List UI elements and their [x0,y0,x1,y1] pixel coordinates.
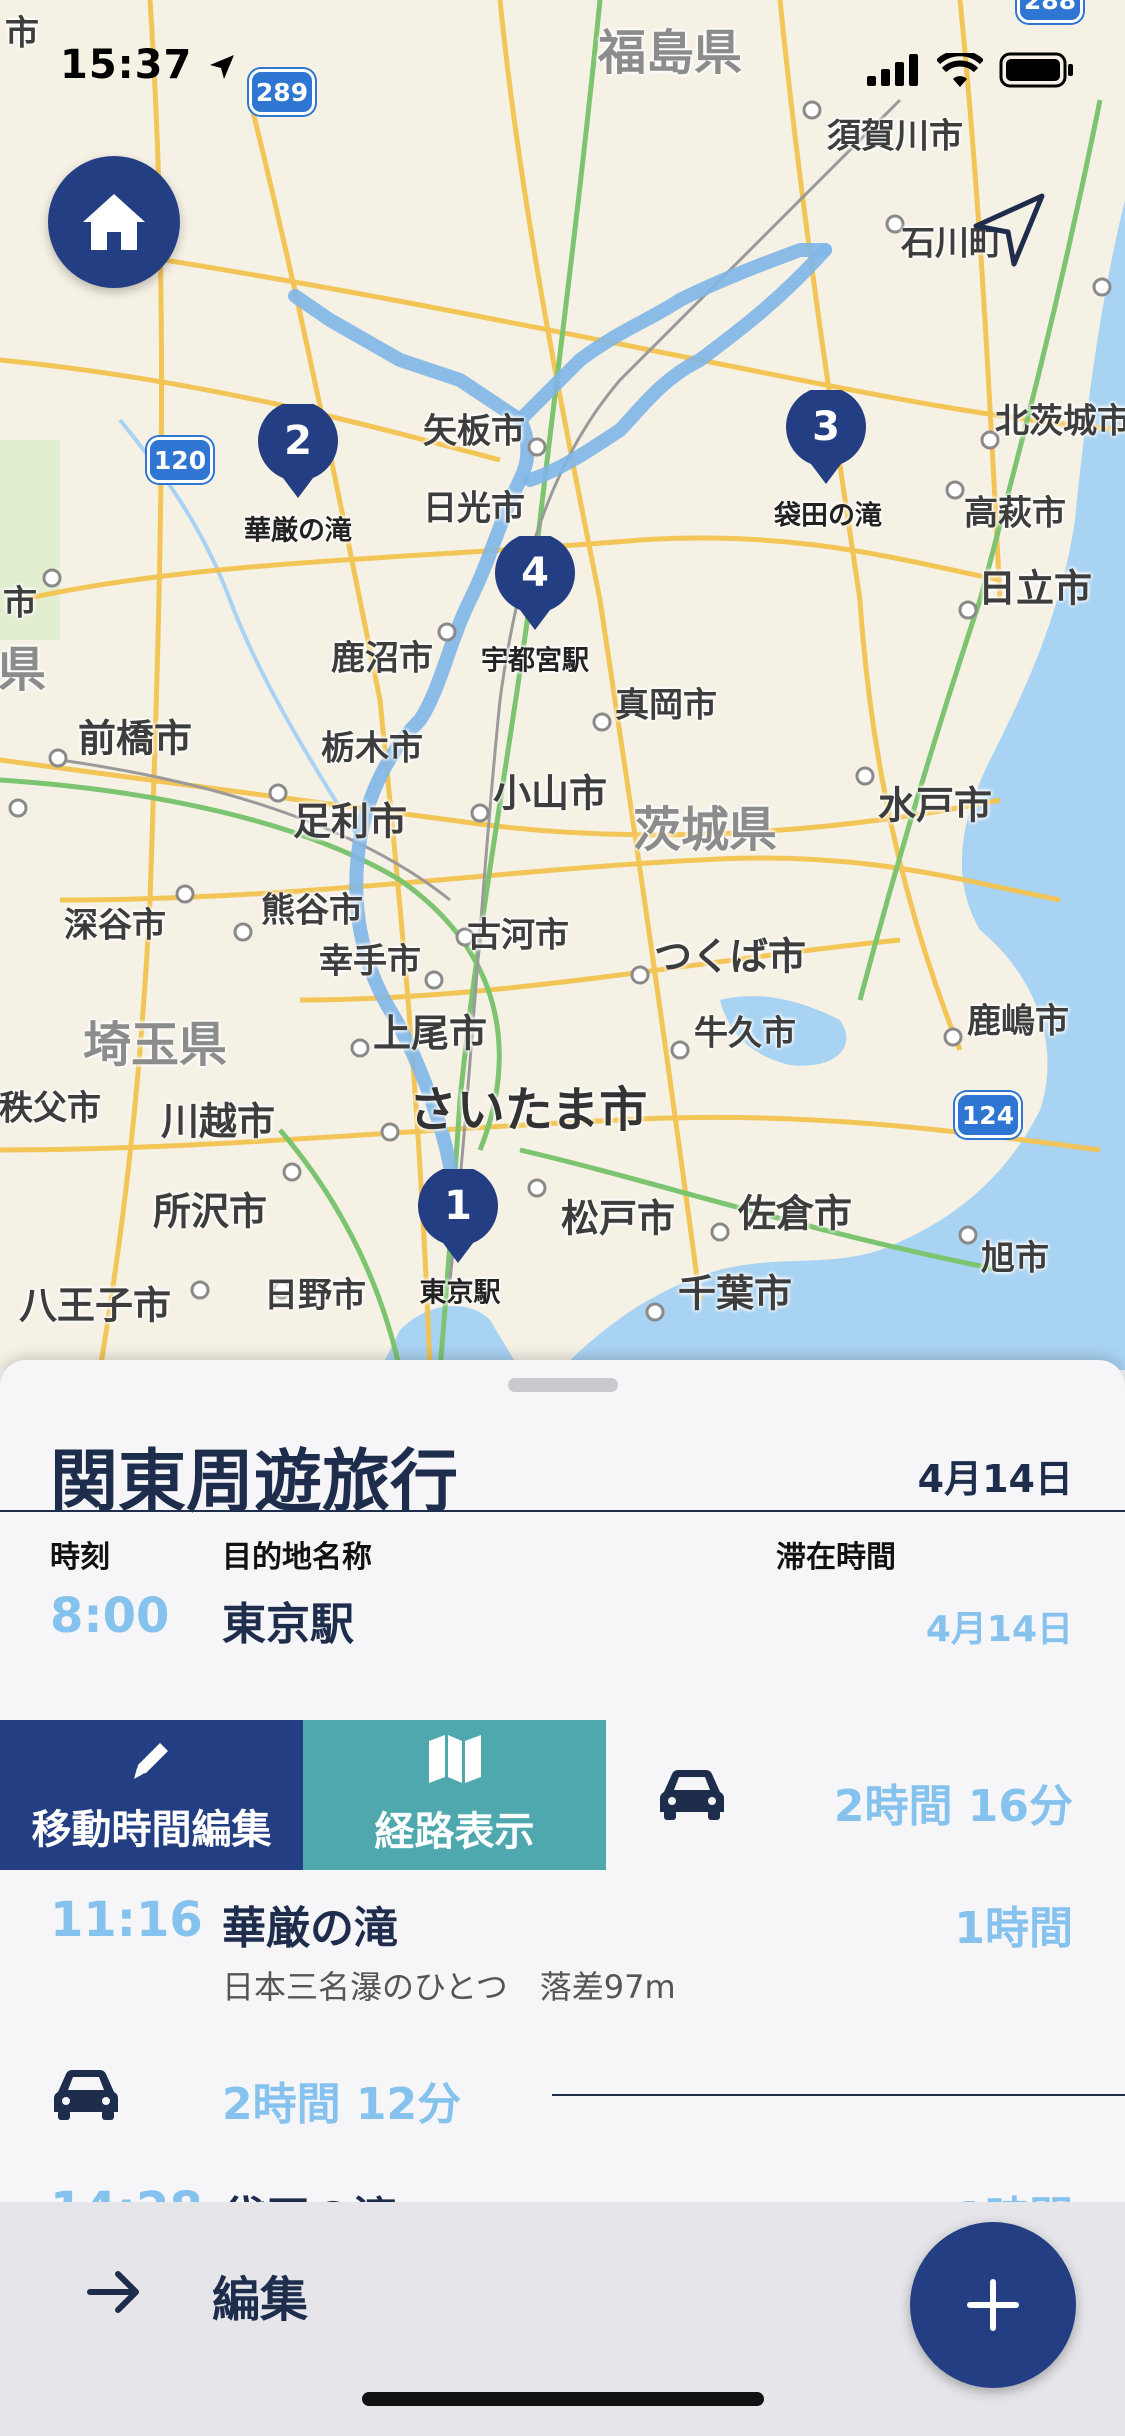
add-stop-button[interactable] [910,2222,1076,2388]
edit-travel-time-button[interactable]: 移動時間編集 [0,1720,303,1870]
map-label-edge-top: 市 [5,13,39,54]
home-button[interactable] [48,156,180,288]
map-label-hino: 日野市 [264,1275,366,1316]
map-label-kanuma: 鹿沼市 [331,638,433,679]
map-label-sukagawa: 須賀川市 [827,116,963,157]
road-shield: 120 [147,437,213,483]
map-label-edge-mid: 市 [3,583,37,624]
map-label-tokorozawa: 所沢市 [152,1189,268,1234]
map-label-saitama-city: さいたま市 [408,1082,648,1138]
map-pin-2[interactable]: 2 [257,404,339,500]
map-label-fukaya: 深谷市 [64,905,166,946]
divider [0,1510,1125,1512]
map-label-ibaraki: 茨城県 [632,802,778,858]
arrow-right-icon[interactable] [86,2270,142,2314]
map-icon [428,1735,481,1783]
map-view[interactable]: 福島県 茨城県 埼玉県 須賀川市 石川町 北茨城市 高萩市 日立市 矢板市 日光… [0,0,1125,1370]
car-icon [660,1770,724,1820]
map-label-chiba: 千葉市 [677,1271,793,1316]
home-icon [83,194,145,250]
edit-travel-time-label: 移動時間編集 [31,1807,272,1853]
map-label-hitachi: 日立市 [977,566,1093,611]
map-label-kawagoe: 川越市 [160,1099,276,1144]
map-label-maebashi: 前橋市 [77,716,193,761]
cellular-signal-icon [867,54,918,86]
pencil-icon [133,1743,168,1779]
status-icons [867,52,1075,88]
map-label-tsukuba: つくば市 [653,934,807,979]
trip-date: 4月14日 [917,1457,1073,1501]
stop-name[interactable]: 華厳の滝 [222,1892,398,1956]
map-label-moka: 真岡市 [615,685,717,726]
map-label-yaita: 矢板市 [423,411,525,452]
stop-date: 4月14日 [925,1609,1073,1650]
map-label-chichibu: 秩父市 [0,1088,101,1129]
plus-icon [967,2279,1019,2331]
map-pin-number: 1 [444,1183,472,1229]
column-header-destination: 目的地名称 [222,1540,372,1575]
map-label-ushiku: 牛久市 [694,1013,796,1054]
battery-icon [999,52,1073,88]
map-label-edge-pref: 県 [0,642,47,698]
location-arrow-icon [210,55,235,79]
map-label-nikko: 日光市 [423,488,525,529]
sheet-grabber[interactable] [508,1378,618,1392]
road-shield: 288 [1017,0,1083,23]
map-label-tochigi: 栃木市 [321,728,423,769]
map-pin-1[interactable]: 1 [417,1169,499,1265]
map-label-kumagaya: 熊谷市 [261,890,363,931]
map-pin-3[interactable]: 3 [785,390,867,486]
map-label-ageo: 上尾市 [372,1011,488,1056]
edit-button[interactable]: 編集 [212,2260,308,2330]
map-pin-number: 4 [521,550,549,596]
map-pin-number: 2 [284,418,312,464]
show-route-button[interactable]: 経路表示 [303,1720,606,1870]
map-label-mito: 水戸市 [877,783,993,828]
stop-name[interactable]: 東京駅 [222,1588,354,1652]
column-header-time: 時刻 [50,1540,110,1575]
map-label-oyama: 小山市 [492,771,608,816]
map-label-saitama: 埼玉県 [82,1017,228,1073]
status-time-text: 15:37 [60,42,193,88]
map-label-sakura: 佐倉市 [737,1191,853,1236]
column-header-stay: 滞在時間 [776,1540,896,1575]
segment-duration: 2時間 16分 [833,1781,1073,1832]
map-label-asahi: 旭市 [981,1238,1049,1279]
stop-time[interactable]: 11:16 [50,1892,203,1948]
map-pin-4[interactable]: 4 [494,536,576,632]
map-spot-label-tokyo: 東京駅 [419,1277,501,1309]
map-label-takahagi: 高萩市 [964,493,1066,534]
wifi-icon [937,53,983,87]
map-spot-label-kegon: 華厳の滝 [244,515,352,547]
segment-duration: 2時間 12分 [222,2079,462,2130]
map-label-kashima: 鹿嶋市 [967,1001,1069,1042]
current-location-button[interactable] [970,190,1050,270]
road-shield: 124 [955,1092,1021,1138]
stay-duration[interactable]: 1時間 [954,1892,1073,1956]
map-label-kitaibaraki: 北茨城市 [995,401,1125,442]
car-icon [54,2070,118,2120]
status-time: 15:37 [60,42,237,88]
map-label-ashikaga: 足利市 [292,799,408,844]
map-label-hachioji: 八王子市 [18,1283,172,1328]
map-label-matsudo: 松戸市 [560,1196,676,1241]
road-shield: 289 [249,69,315,115]
map-spot-label-fukuroda: 袋田の滝 [774,500,882,532]
navigation-arrow-icon [973,193,1045,267]
map-spot-label-utsunomiya: 宇都宮駅 [481,645,589,677]
show-route-label: 経路表示 [374,1809,535,1855]
map-label-satte: 幸手市 [319,941,421,982]
map-label-fukushima: 福島県 [597,25,743,81]
stop-note: 日本三名瀑のひとつ 落差97m [222,1968,676,2006]
map-pin-number: 3 [812,404,840,450]
stop-time[interactable]: 8:00 [50,1588,169,1644]
map-label-koga: 古河市 [467,915,569,956]
home-indicator [362,2392,764,2406]
divider [552,2094,1125,2096]
